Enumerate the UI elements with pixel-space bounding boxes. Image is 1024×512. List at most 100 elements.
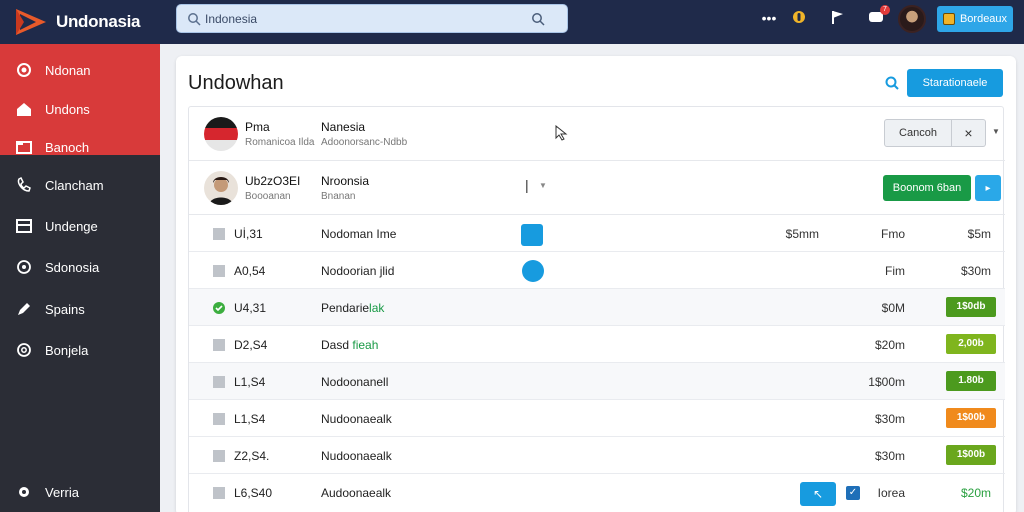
refresh-icon[interactable]	[521, 224, 543, 246]
flag-icon[interactable]	[829, 9, 847, 27]
sidebar-item-bonjela[interactable]: Bonjela	[0, 332, 160, 368]
messages-badge: 7	[880, 5, 890, 15]
list-item[interactable]: Pma Romanicoa Ilda Nanesia Adoonorsanc-N…	[189, 107, 1005, 161]
search-bar[interactable]	[176, 4, 568, 33]
row-amount: Fim	[885, 264, 905, 278]
folder-icon	[942, 13, 955, 25]
notification-icon[interactable]	[790, 9, 808, 27]
sidebar-item-undenge[interactable]: Undenge	[0, 208, 160, 244]
close-button[interactable]: ×	[952, 119, 986, 147]
table-row[interactable]: Uİ,31 Nodoman Ime $5mm Fmo $5m	[189, 215, 1005, 252]
status-dot-icon[interactable]	[522, 260, 544, 282]
row-name: Nodoonanell	[321, 375, 389, 389]
sidebar-item-banoch[interactable]: Banoch	[0, 129, 160, 165]
settings-icon	[16, 342, 32, 358]
table-icon	[16, 218, 32, 234]
table-row[interactable]: L1,S4 Nudoonaealk $30m 1$00b	[189, 400, 1005, 437]
file-icon	[213, 413, 225, 425]
row-amount: 1$00m	[868, 375, 905, 389]
open-icon[interactable]: ↖	[800, 482, 836, 506]
sidebar-footer-item[interactable]: Verria	[0, 474, 160, 510]
search-submit-icon[interactable]	[531, 12, 545, 26]
confirm-button[interactable]: Boonom 6ban	[883, 175, 971, 201]
row-code: Z2,S4.	[234, 449, 270, 463]
row-name: Dasd fieah	[321, 338, 379, 352]
sidebar-item-label: Banoch	[45, 139, 90, 155]
cancel-button[interactable]: Cancoh	[884, 119, 952, 147]
file-icon	[213, 450, 225, 462]
check-icon	[213, 302, 225, 314]
sidebar-item-label: Undenge	[45, 218, 98, 234]
row-code: A0,54	[234, 264, 266, 278]
person-sub: Romanicoa Ilda	[245, 137, 315, 148]
user-avatar[interactable]	[898, 5, 926, 33]
sidebar-item-ndonan[interactable]: Ndonan	[0, 52, 160, 88]
status-badge: 1$00b	[946, 445, 996, 465]
person-sub: Boooanan	[245, 191, 291, 202]
top-action-button[interactable]: Bordeaux	[937, 6, 1013, 32]
table-row[interactable]: L6,S40 Audoonaealk ↖ ✓ Iorea $20m	[189, 474, 1005, 511]
primary-action-button[interactable]: Starationaele	[907, 69, 1003, 97]
table-row[interactable]: L1,S4 Nodoonanell 1$00m 1.80b	[189, 363, 1005, 400]
chevron-down-icon[interactable]: ▼	[539, 181, 547, 190]
country-flag-avatar	[204, 117, 238, 151]
table-row[interactable]: Z2,S4. Nudoonaealk $30m 1$00b	[189, 437, 1005, 474]
messages-icon[interactable]: 7	[867, 5, 890, 27]
sidebar-footer-label: Verria	[45, 484, 79, 500]
row-code: D2,S4	[234, 338, 268, 352]
file-icon	[213, 376, 225, 388]
page-title: Undowhan	[188, 72, 284, 94]
sidebar-item-undons[interactable]: Undons	[0, 91, 160, 127]
main-card: Undowhan Starationaele Pma Romanicoa Ild…	[176, 56, 1016, 512]
globe-icon	[16, 259, 32, 275]
row-amount: Iorea	[877, 486, 905, 500]
next-button[interactable]: ▸	[975, 175, 1001, 201]
home-icon	[16, 101, 32, 117]
sidebar-item-label: Ndonan	[45, 62, 91, 78]
sidebar-item-sdonosia[interactable]: Sdonosia	[0, 249, 160, 285]
status-badge: 1$00b	[946, 408, 996, 428]
edit-icon	[16, 301, 32, 317]
sidebar-item-spains[interactable]: Spains	[0, 291, 160, 327]
row-code: Uİ,31	[234, 227, 263, 241]
row-amount: $30m	[960, 264, 991, 278]
row-name: Pendarielak	[321, 301, 385, 315]
person-name: Ub2zO3EI	[245, 174, 301, 188]
file-icon	[213, 487, 225, 499]
row-amount: $20m	[960, 486, 991, 500]
status-badge: 2,00b	[946, 334, 996, 354]
row-amount: $5mm	[785, 227, 819, 241]
more-icon[interactable]: •••	[760, 9, 778, 27]
row-name: Nodoorian jlid	[321, 264, 395, 278]
search-icon[interactable]	[884, 75, 900, 91]
avatar	[204, 171, 238, 205]
logo-icon	[14, 7, 48, 37]
row-code: L6,S40	[234, 486, 273, 500]
chevron-down-icon[interactable]: ▼	[992, 127, 1000, 136]
row-amount: Fmo	[881, 227, 905, 241]
gear-icon	[16, 484, 32, 500]
row-name: Audoonaealk	[321, 486, 392, 500]
table-row[interactable]: U4,31 Pendarielak $0M 1$0db	[189, 289, 1005, 326]
search-input[interactable]	[177, 5, 567, 32]
app-name: Undonasia	[56, 12, 141, 31]
sidebar-item-label: Spains	[45, 301, 85, 317]
status-badge: 1.80b	[946, 371, 996, 391]
sidebar-item-clancham[interactable]: Clancham	[0, 167, 160, 203]
records-list: Pma Romanicoa Ilda Nanesia Adoonorsanc-N…	[188, 106, 1005, 512]
row-amount: $0M	[881, 301, 905, 315]
status-badge: 1$0db	[946, 297, 996, 317]
file-icon	[213, 228, 225, 240]
file-icon	[213, 339, 225, 351]
person-name: Pma	[245, 120, 270, 134]
row-amount: $30m	[874, 449, 905, 463]
table-row[interactable]: A0,54 Nodoorian jlid Fim $30m	[189, 252, 1005, 289]
sidebar-item-label: Undons	[45, 101, 90, 117]
row-code: L1,S4	[234, 375, 266, 389]
cursor-icon	[555, 125, 568, 141]
table-row[interactable]: D2,S4 Dasd fieah $20m 2,00b	[189, 326, 1005, 363]
text-cursor: |	[525, 177, 529, 193]
row-amount: $5m	[967, 227, 991, 241]
app-logo[interactable]: Undonasia	[14, 4, 160, 40]
list-item[interactable]: Ub2zO3EI Boooanan Nroonsia Bnanan | ▼ Bo…	[189, 161, 1005, 215]
